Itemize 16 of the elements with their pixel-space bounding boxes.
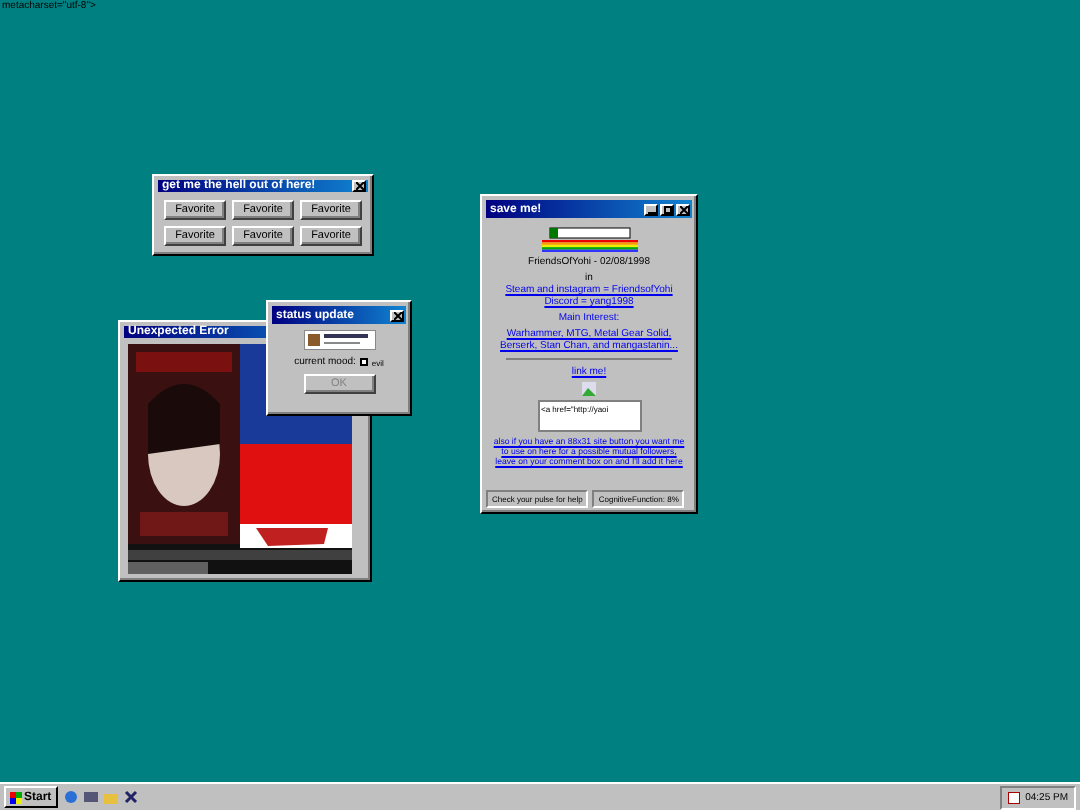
- mood-icon: [359, 358, 368, 366]
- windows-logo-icon: [10, 791, 22, 803]
- browser-icon[interactable]: [63, 790, 78, 804]
- maximize-button[interactable]: [660, 203, 674, 215]
- speaker-icon[interactable]: [1007, 791, 1020, 803]
- desktop-icon[interactable]: [83, 790, 98, 804]
- channel-icon[interactable]: [123, 790, 138, 804]
- close-button[interactable]: [390, 309, 404, 321]
- close-icon: [393, 311, 401, 319]
- close-icon: [355, 182, 363, 190]
- close-button[interactable]: [676, 203, 690, 215]
- close-button[interactable]: [352, 180, 366, 192]
- minimize-button[interactable]: [644, 203, 658, 215]
- close-icon: [679, 205, 687, 213]
- image-icon: [582, 382, 596, 396]
- maximize-icon: [663, 205, 671, 213]
